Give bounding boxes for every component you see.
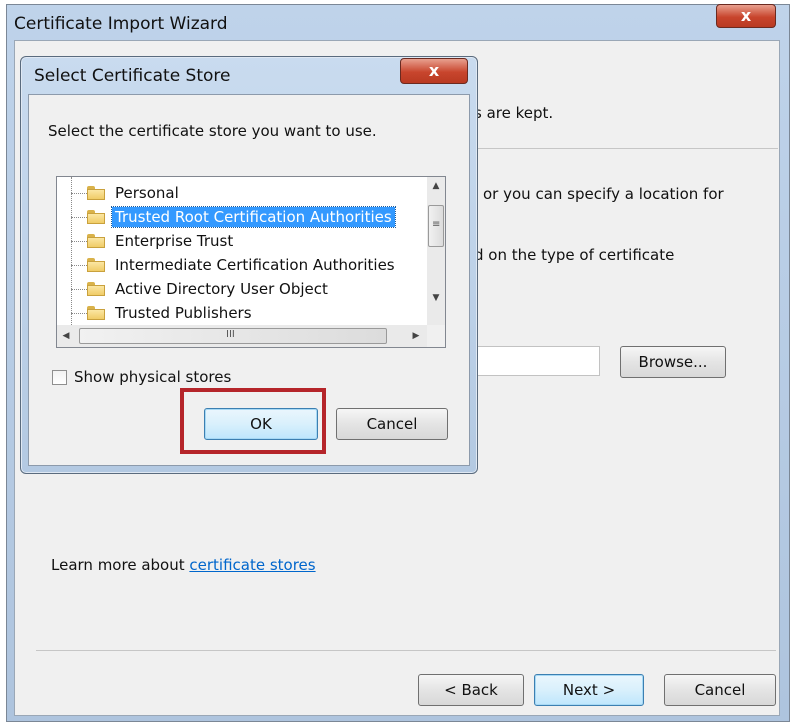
tree-item-trusted-root[interactable]: Trusted Root Certification Authorities <box>87 205 396 229</box>
folder-icon <box>87 282 105 296</box>
wizard-title: Certificate Import Wizard <box>14 14 228 34</box>
wizard-text-stores-kept: s are kept. <box>474 104 554 122</box>
show-physical-stores-checkbox[interactable] <box>52 370 67 385</box>
tree-horizontal-scrollbar[interactable]: ◀ III ▶ <box>57 325 427 347</box>
dialog-title: Select Certificate Store <box>34 66 231 86</box>
scroll-grip: ≡ <box>432 219 441 230</box>
scroll-grip: III <box>226 329 235 340</box>
next-button[interactable]: Next > <box>534 674 644 706</box>
scroll-left-icon[interactable]: ◀ <box>57 327 75 345</box>
folder-icon <box>87 210 105 224</box>
folder-icon <box>87 306 105 320</box>
tree-item-label: Intermediate Certification Authorities <box>115 256 395 274</box>
wizard-text-specify-location: or you can specify a location for <box>483 185 724 203</box>
tree-item-personal[interactable]: Personal <box>87 181 182 205</box>
tree-item-trusted-publishers[interactable]: Trusted Publishers <box>87 301 255 325</box>
certificate-store-field[interactable] <box>470 346 600 376</box>
tree-item-label: Trusted Publishers <box>115 304 252 322</box>
tree-vertical-scrollbar[interactable]: ▲ ≡ ▼ <box>427 177 445 325</box>
close-icon: x <box>740 6 752 25</box>
tree-item-enterprise-trust[interactable]: Enterprise Trust <box>87 229 236 253</box>
folder-icon <box>87 186 105 200</box>
learn-more-prefix: Learn more about <box>51 556 190 574</box>
ok-highlight-box <box>180 388 326 454</box>
learn-more-text: Learn more about certificate stores <box>51 556 316 574</box>
scroll-up-icon[interactable]: ▲ <box>427 177 445 195</box>
tree-item-label: Enterprise Trust <box>115 232 234 250</box>
show-physical-stores-label[interactable]: Show physical stores <box>74 368 231 386</box>
scrollbar-corner <box>427 325 445 347</box>
dialog-close-button[interactable]: x <box>400 58 468 84</box>
folder-icon <box>87 258 105 272</box>
scroll-right-icon[interactable]: ▶ <box>407 327 425 345</box>
wizard-cancel-button[interactable]: Cancel <box>664 674 776 706</box>
vertical-scroll-thumb[interactable]: ≡ <box>428 205 444 247</box>
wizard-close-button[interactable]: x <box>716 4 776 28</box>
dialog-cancel-button[interactable]: Cancel <box>336 408 448 440</box>
tree-item-active-directory[interactable]: Active Directory User Object <box>87 277 331 301</box>
scroll-down-icon[interactable]: ▼ <box>427 289 445 307</box>
certificate-stores-link[interactable]: certificate stores <box>189 556 315 574</box>
dialog-prompt: Select the certificate store you want to… <box>48 122 377 140</box>
back-button[interactable]: < Back <box>418 674 524 706</box>
folder-icon <box>87 234 105 248</box>
tree-connector-line <box>71 177 72 327</box>
horizontal-scroll-thumb[interactable]: III <box>79 328 387 344</box>
wizard-bottom-separator <box>36 650 776 651</box>
tree-item-label: Trusted Root Certification Authorities <box>111 206 396 228</box>
tree-item-label: Personal <box>115 184 179 202</box>
browse-button[interactable]: Browse... <box>620 346 726 378</box>
close-icon: x <box>428 61 440 80</box>
certificate-store-tree[interactable]: Personal Trusted Root Certification Auth… <box>56 176 446 348</box>
tree-item-intermediate[interactable]: Intermediate Certification Authorities <box>87 253 398 277</box>
tree-item-label: Active Directory User Object <box>115 280 328 298</box>
wizard-text-type-of-certificate: d on the type of certificate <box>474 246 675 264</box>
wizard-top-separator <box>468 148 778 149</box>
